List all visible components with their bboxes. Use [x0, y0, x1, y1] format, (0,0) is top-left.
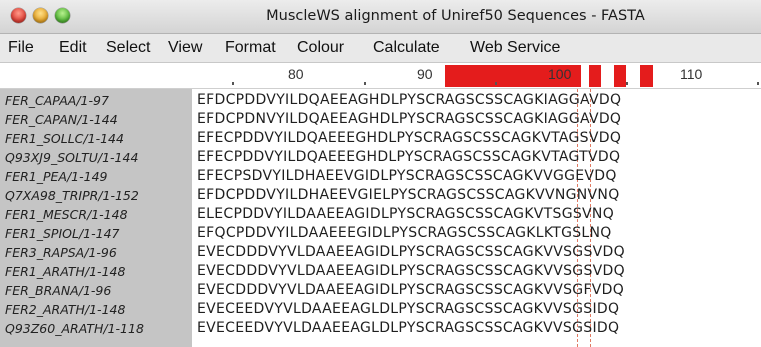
title-bar[interactable]: MuscleWS alignment of Uniref50 Sequences…: [0, 0, 761, 34]
sequence-id[interactable]: Q93XJ9_SOLTU/1-144: [5, 148, 138, 167]
ruler-label: 100: [548, 66, 572, 82]
close-window-button[interactable]: [11, 8, 26, 23]
sequence-id[interactable]: FER_CAPAA/1-97: [5, 91, 109, 110]
ruler-label: 110: [680, 66, 703, 82]
menu-format[interactable]: Format: [225, 34, 276, 62]
ruler-tick: [364, 82, 366, 85]
sequence-id[interactable]: FER1_ARATH/1-148: [5, 262, 125, 281]
minimize-window-button[interactable]: [33, 8, 48, 23]
sequence-id[interactable]: FER3_RAPSA/1-96: [5, 243, 117, 262]
sequence-id[interactable]: FER1_MESCR/1-148: [5, 205, 128, 224]
menu-select[interactable]: Select: [106, 34, 150, 62]
sequence-residues[interactable]: EVECEEDVYVLDAAEEAGLDLPYSCRAGSCSSCAGKVVSG…: [197, 300, 619, 319]
sequence-id[interactable]: FER2_ARATH/1-148: [5, 300, 125, 319]
sequence-residues[interactable]: EFDCPDDVYILDQAEEAGHDLPYSCRAGSCSSCAGKIAGG…: [197, 91, 621, 110]
sequence-residues[interactable]: EFDCPDDVYILDHAEEVGIELPYSCRAGSCSSCAGKVVNG…: [197, 186, 620, 205]
sequence-id[interactable]: FER_BRANA/1-96: [5, 281, 111, 300]
sequence-residues[interactable]: EFECPDDVYILDQAEEEGHDLPYSCRAGSCSSCAGKVTAG…: [197, 148, 620, 167]
zoom-window-button[interactable]: [55, 8, 70, 23]
annotation-bar: [589, 65, 601, 87]
sequence-id[interactable]: Q93Z60_ARATH/1-118: [5, 319, 144, 338]
sequence-residues[interactable]: EVECDDDVYVLDAAEEAGIDLPYSCRAGSCSSCAGKVVSG…: [197, 262, 625, 281]
ruler-tick: [626, 82, 628, 85]
sequence-id[interactable]: FER1_SOLLC/1-144: [5, 129, 124, 148]
menu-edit[interactable]: Edit: [59, 34, 87, 62]
ruler-tick: [495, 82, 497, 85]
sequence-residues[interactable]: EVECDDDVYVLDAAEEAGIDLPYSCRAGSCSSCAGKVVSG…: [197, 281, 624, 300]
menu-view[interactable]: View: [168, 34, 202, 62]
ruler-label: 90: [417, 66, 433, 82]
sequence-residues[interactable]: ELECPDDVYILDAAEEAGIDLPYSCRAGSCSSCAGKVTSG…: [197, 205, 614, 224]
ruler-label: 80: [288, 66, 304, 82]
menu-web-service[interactable]: Web Service: [470, 34, 560, 62]
alignment-ruler[interactable]: 80 90 100 110: [0, 63, 761, 89]
sequence-residues[interactable]: EFECPSDVYILDHAEEVGIDLPYSCRAGSCSSCAGKVVGG…: [197, 167, 617, 186]
sequence-residues[interactable]: EFQCPDDVYILDAAEEEGIDLPYSCRAGSCSSCAGKLKTG…: [197, 224, 612, 243]
sequence-id[interactable]: FER1_SPIOL/1-147: [5, 224, 119, 243]
annotation-bar: [614, 65, 626, 87]
sequence-id-panel: FER_CAPAA/1-97 FER_CAPAN/1-144 FER1_SOLL…: [0, 89, 192, 347]
window-title: MuscleWS alignment of Uniref50 Sequences…: [266, 8, 645, 24]
sequence-id[interactable]: FER_CAPAN/1-144: [5, 110, 118, 129]
menu-calculate[interactable]: Calculate: [373, 34, 440, 62]
alignment-panel[interactable]: EFDCPDDVYILDQAEEAGHDLPYSCRAGSCSSCAGKIAGG…: [193, 89, 761, 347]
sequence-residues[interactable]: EVECEEDVYVLDAAEEAGLDLPYSCRAGSCSSCAGKVVSG…: [197, 319, 619, 338]
annotation-bar: [640, 65, 653, 87]
ruler-tick: [232, 82, 234, 85]
sequence-id[interactable]: Q7XA98_TRIPR/1-152: [5, 186, 139, 205]
sequence-residues[interactable]: EFDCPDNVYILDQAEEAGHDLPYSCRAGSCSSCAGKIAGG…: [197, 110, 621, 129]
sequence-id[interactable]: FER1_PEA/1-149: [5, 167, 108, 186]
sequence-residues[interactable]: EFECPDDVYILDQAEEEGHDLPYSCRAGSCSSCAGKVTAG…: [197, 129, 621, 148]
ruler-tick: [757, 82, 759, 85]
menu-file[interactable]: File: [8, 34, 34, 62]
menu-bar: File Edit Select View Format Colour Calc…: [0, 34, 761, 63]
menu-colour[interactable]: Colour: [297, 34, 344, 62]
app-window: MuscleWS alignment of Uniref50 Sequences…: [0, 0, 761, 347]
sequence-residues[interactable]: EVECDDDVYVLDAAEEAGIDLPYSCRAGSCSSCAGKVVSG…: [197, 243, 625, 262]
